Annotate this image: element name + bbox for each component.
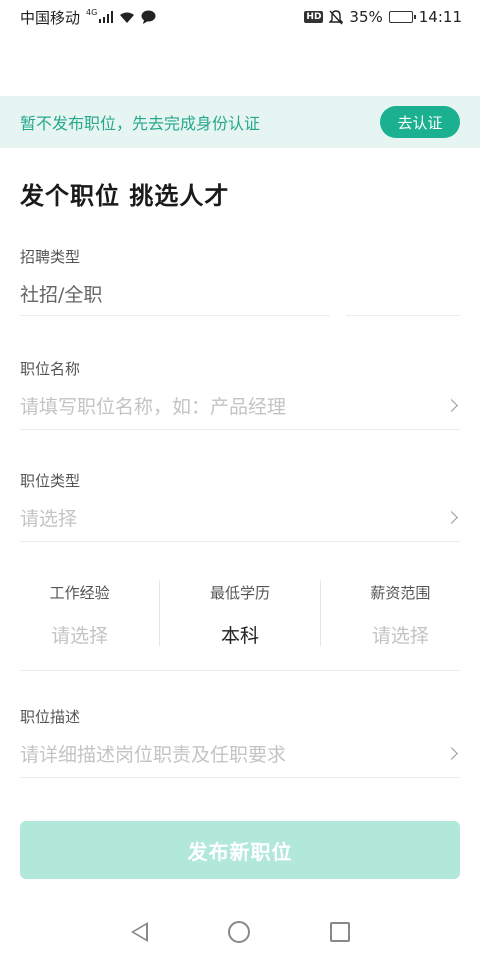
experience-placeholder: 请选择 <box>51 625 109 647</box>
chevron-right-icon <box>445 511 458 524</box>
wifi-icon <box>120 12 135 23</box>
recruit-type-label: 招聘类型 <box>20 248 81 266</box>
chevron-right-icon <box>445 399 458 412</box>
experience-field[interactable]: 工作经验 请选择 <box>0 580 159 670</box>
job-category-placeholder: 请选择 <box>20 508 78 530</box>
salary-placeholder: 请选择 <box>371 625 429 647</box>
battery-percent: 35% <box>349 8 383 26</box>
status-bar: 中国移动 4G HD 35% 14:11 <box>0 0 480 34</box>
banner-text: 暂不发布职位，先去完成身份认证 <box>20 114 261 133</box>
verification-banner: 暂不发布职位，先去完成身份认证 去认证 <box>0 96 480 148</box>
carrier-name: 中国移动 <box>20 8 81 27</box>
recruit-type-select[interactable]: 社招/全职 <box>20 272 330 316</box>
recruit-type-value: 社招/全职 <box>20 284 103 306</box>
job-name-field[interactable]: 请填写职位名称，如：产品经理 <box>20 382 460 430</box>
recruit-type-extra[interactable] <box>346 272 460 316</box>
nav-recent-icon[interactable] <box>329 922 350 942</box>
status-left: 中国移动 4G <box>20 7 156 28</box>
salary-field[interactable]: 薪资范围 请选择 <box>321 580 480 670</box>
experience-label: 工作经验 <box>49 584 110 602</box>
job-category-label: 职位类型 <box>20 472 81 490</box>
education-label: 最低学历 <box>209 584 270 602</box>
divider <box>20 670 460 671</box>
battery-icon <box>388 11 416 23</box>
hd-icon: HD <box>304 11 324 23</box>
nav-back-icon[interactable] <box>130 922 148 942</box>
mute-icon <box>329 9 344 24</box>
nav-home-icon[interactable] <box>227 921 250 943</box>
education-field[interactable]: 最低学历 本科 <box>160 580 319 670</box>
job-name-placeholder: 请填写职位名称，如：产品经理 <box>20 396 287 418</box>
chevron-right-icon <box>445 747 458 760</box>
salary-label: 薪资范围 <box>370 584 431 602</box>
publish-button[interactable]: 发布新职位 <box>20 821 460 879</box>
network-type: 4G <box>86 7 98 17</box>
clock: 14:11 <box>418 8 462 26</box>
message-icon <box>141 10 156 24</box>
recruit-type-field[interactable]: 社招/全职 <box>20 272 460 316</box>
description-placeholder: 请详细描述岗位职责及任职要求 <box>20 744 287 766</box>
description-label: 职位描述 <box>20 708 81 726</box>
system-nav-bar <box>0 904 480 960</box>
page-title: 发个职位 挑选人才 <box>20 182 230 210</box>
status-right: HD 35% 14:11 <box>304 8 462 26</box>
description-field[interactable]: 请详细描述岗位职责及任职要求 <box>20 730 460 778</box>
signal-icon <box>99 11 114 23</box>
job-name-label: 职位名称 <box>20 360 81 378</box>
education-value: 本科 <box>220 625 259 647</box>
requirements-row: 工作经验 请选择 最低学历 本科 薪资范围 请选择 <box>0 580 480 670</box>
job-category-field[interactable]: 请选择 <box>20 494 460 542</box>
verify-button[interactable]: 去认证 <box>380 106 460 138</box>
